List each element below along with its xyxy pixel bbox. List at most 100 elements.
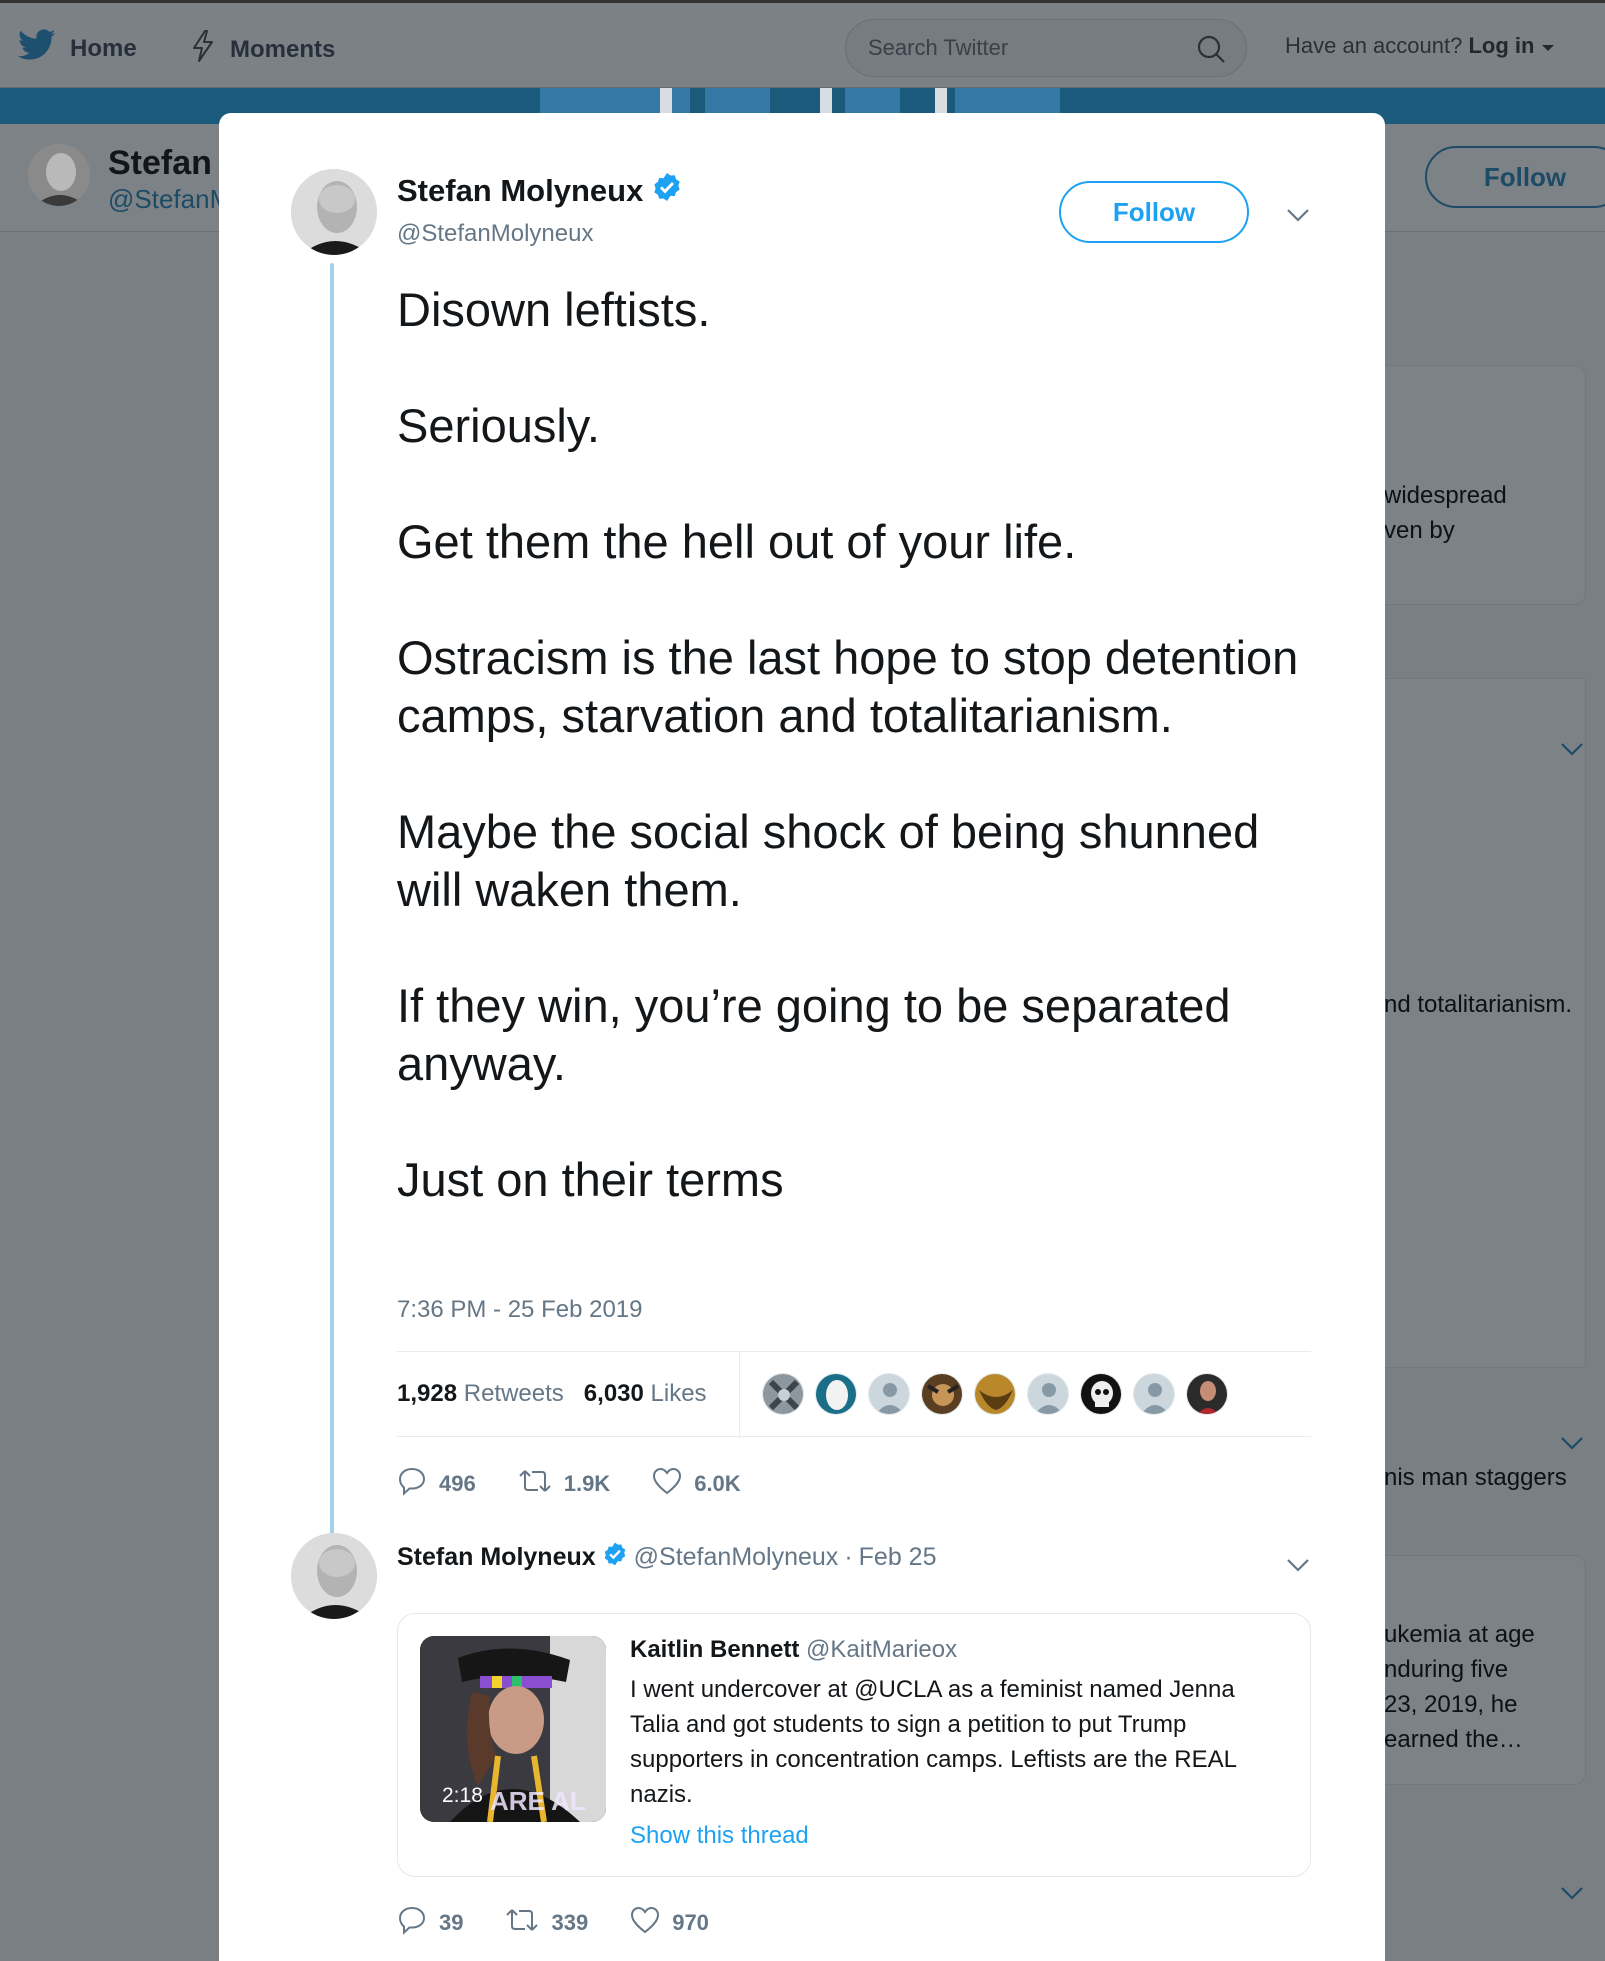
likers-avatars [762, 1373, 1228, 1415]
video-duration: 2:18 [442, 1784, 483, 1807]
separator: · [844, 1543, 853, 1571]
caret-down-icon[interactable] [1541, 33, 1555, 58]
chevron-down-icon[interactable] [1286, 208, 1310, 227]
profile-name: Stefan [108, 144, 212, 182]
avatar[interactable] [868, 1373, 910, 1415]
reply-icon [397, 1905, 427, 1941]
avatar[interactable] [762, 1373, 804, 1415]
reply-icon [397, 1466, 427, 1502]
profile-handle: @StefanM [108, 184, 232, 214]
likes-count: 6,030 [583, 1380, 644, 1407]
avatar[interactable] [815, 1373, 857, 1415]
like-count: 970 [672, 1910, 709, 1935]
retweets-count: 1,928 [397, 1380, 458, 1407]
quoted-author: Kaitlin Bennett @KaitMarieox [630, 1636, 957, 1664]
background-snippet: nis man staggers [1384, 1464, 1567, 1491]
snippet-line: nduring five [1384, 1656, 1509, 1683]
heart-icon [630, 1906, 660, 1940]
reply-count: 39 [439, 1910, 464, 1935]
quoted-tweet-text: I went undercover at @UCLA as a feminist… [630, 1676, 1237, 1808]
avatar[interactable] [921, 1373, 963, 1415]
background-snippet: nd totalitarianism. [1384, 991, 1573, 1018]
quoted-tweet-card[interactable]: ARE AL 2:18 Kaitlin Bennett @KaitMarieox… [397, 1613, 1311, 1877]
heart-icon [652, 1467, 682, 1501]
chevron-down-icon[interactable] [1560, 742, 1584, 761]
reply-author-handle[interactable]: @StefanMolyneux [634, 1543, 839, 1572]
tweet-timestamp[interactable]: 7:36 PM - 25 Feb 2019 [397, 1296, 642, 1324]
top-navigation-bar: Home Moments Search Twitter Have an acco… [0, 0, 1605, 88]
author-handle[interactable]: @StefanMolyneux [397, 220, 593, 248]
reply-button[interactable]: 496 [397, 1466, 476, 1502]
show-thread-link[interactable]: Show this thread [630, 1822, 809, 1850]
snippet-line: ven by [1384, 517, 1455, 544]
avatar[interactable] [1027, 1373, 1069, 1415]
search-placeholder: Search Twitter [868, 35, 1009, 60]
retweets-stat[interactable]: 1,928 Retweets [397, 1380, 564, 1407]
tweet-body: Disown leftists. Seriously. Get them the… [397, 281, 1337, 1209]
search-icon[interactable] [1196, 34, 1226, 69]
avatar[interactable] [28, 144, 90, 206]
retweet-button[interactable]: 339 [505, 1907, 588, 1939]
snippet-line: ukemia at age [1384, 1621, 1535, 1648]
background-snippet: ukemia at age nduring five 23, 2019, he … [1384, 1617, 1535, 1757]
tweet-paragraph: Get them the hell out of your life. [397, 515, 1077, 568]
like-count: 6.0K [694, 1471, 741, 1496]
tweet-paragraph: Just on their terms [397, 1153, 784, 1206]
tweet-stats: 1,928 Retweets 6,030 Likes [397, 1351, 1311, 1438]
avatar[interactable] [974, 1373, 1016, 1415]
retweet-icon [505, 1907, 539, 1939]
reply-author-name[interactable]: Stefan Molyneux [397, 1543, 596, 1572]
nav-moments[interactable]: Moments [190, 29, 335, 70]
background-card [1360, 678, 1586, 1368]
quoted-author-handle: @KaitMarieox [806, 1636, 958, 1663]
video-thumbnail[interactable]: ARE AL 2:18 [420, 1636, 606, 1822]
snippet-line: earned the… [1384, 1726, 1523, 1753]
login-link[interactable]: Log in [1468, 33, 1534, 58]
nav-home-label: Home [70, 34, 137, 62]
retweet-icon [518, 1468, 552, 1500]
account-prompt: Have an account? [1285, 33, 1463, 58]
author-name: Stefan Molyneux [397, 173, 644, 208]
tweet-paragraph: Maybe the social shock of being shunned … [397, 805, 1260, 916]
snippet-line: widespread [1384, 482, 1507, 509]
like-button[interactable]: 6.0K [652, 1467, 741, 1501]
thread-connector-line [330, 263, 334, 1537]
retweet-button[interactable]: 1.9K [518, 1468, 610, 1500]
avatar[interactable] [1080, 1373, 1122, 1415]
avatar[interactable] [291, 169, 377, 255]
retweets-label: Retweets [463, 1380, 564, 1407]
like-button[interactable]: 970 [630, 1906, 709, 1940]
avatar[interactable] [1133, 1373, 1175, 1415]
nav-home[interactable]: Home [18, 29, 137, 68]
lightning-icon [190, 29, 216, 70]
svg-text:ARE AL: ARE AL [490, 1786, 586, 1816]
tweet-modal: Stefan Molyneux @StefanMolyneux Follow D… [219, 113, 1385, 1961]
likes-label: Likes [650, 1380, 707, 1407]
reply-button[interactable]: 39 [397, 1905, 463, 1941]
reply-count: 496 [439, 1471, 476, 1496]
search-input[interactable]: Search Twitter [845, 19, 1247, 77]
follow-button[interactable]: Follow [1059, 181, 1249, 243]
tweet-author[interactable]: Stefan Molyneux [397, 171, 683, 211]
twitter-bird-icon [18, 29, 56, 68]
likes-stat[interactable]: 6,030 Likes [584, 1380, 707, 1407]
reply-date[interactable]: Feb 25 [859, 1543, 937, 1572]
reply-actions: 39 339 970 [397, 1905, 751, 1941]
profile-follow-button[interactable]: Follow [1425, 146, 1605, 208]
chevron-down-icon[interactable] [1560, 1436, 1584, 1455]
stats-text: 1,928 Retweets 6,030 Likes [397, 1380, 707, 1408]
avatar[interactable] [291, 1533, 377, 1619]
reply-header: Stefan Molyneux @StefanMolyneux · Feb 25 [397, 1541, 936, 1574]
tweet-paragraph: Seriously. [397, 399, 600, 452]
tweet-paragraph: Disown leftists. [397, 283, 711, 336]
tweet-paragraph: If they win, you’re going to be separate… [397, 979, 1231, 1090]
verified-badge-icon [651, 171, 683, 211]
quoted-author-name: Kaitlin Bennett [630, 1636, 800, 1663]
stats-divider [739, 1352, 740, 1438]
chevron-down-icon[interactable] [1560, 1886, 1584, 1905]
chevron-down-icon[interactable] [1286, 1558, 1310, 1577]
tweet-paragraph: Ostracism is the last hope to stop deten… [397, 631, 1299, 742]
verified-badge-icon [602, 1541, 628, 1574]
login-prompt: Have an account? Log in [1285, 33, 1555, 59]
avatar[interactable] [1186, 1373, 1228, 1415]
